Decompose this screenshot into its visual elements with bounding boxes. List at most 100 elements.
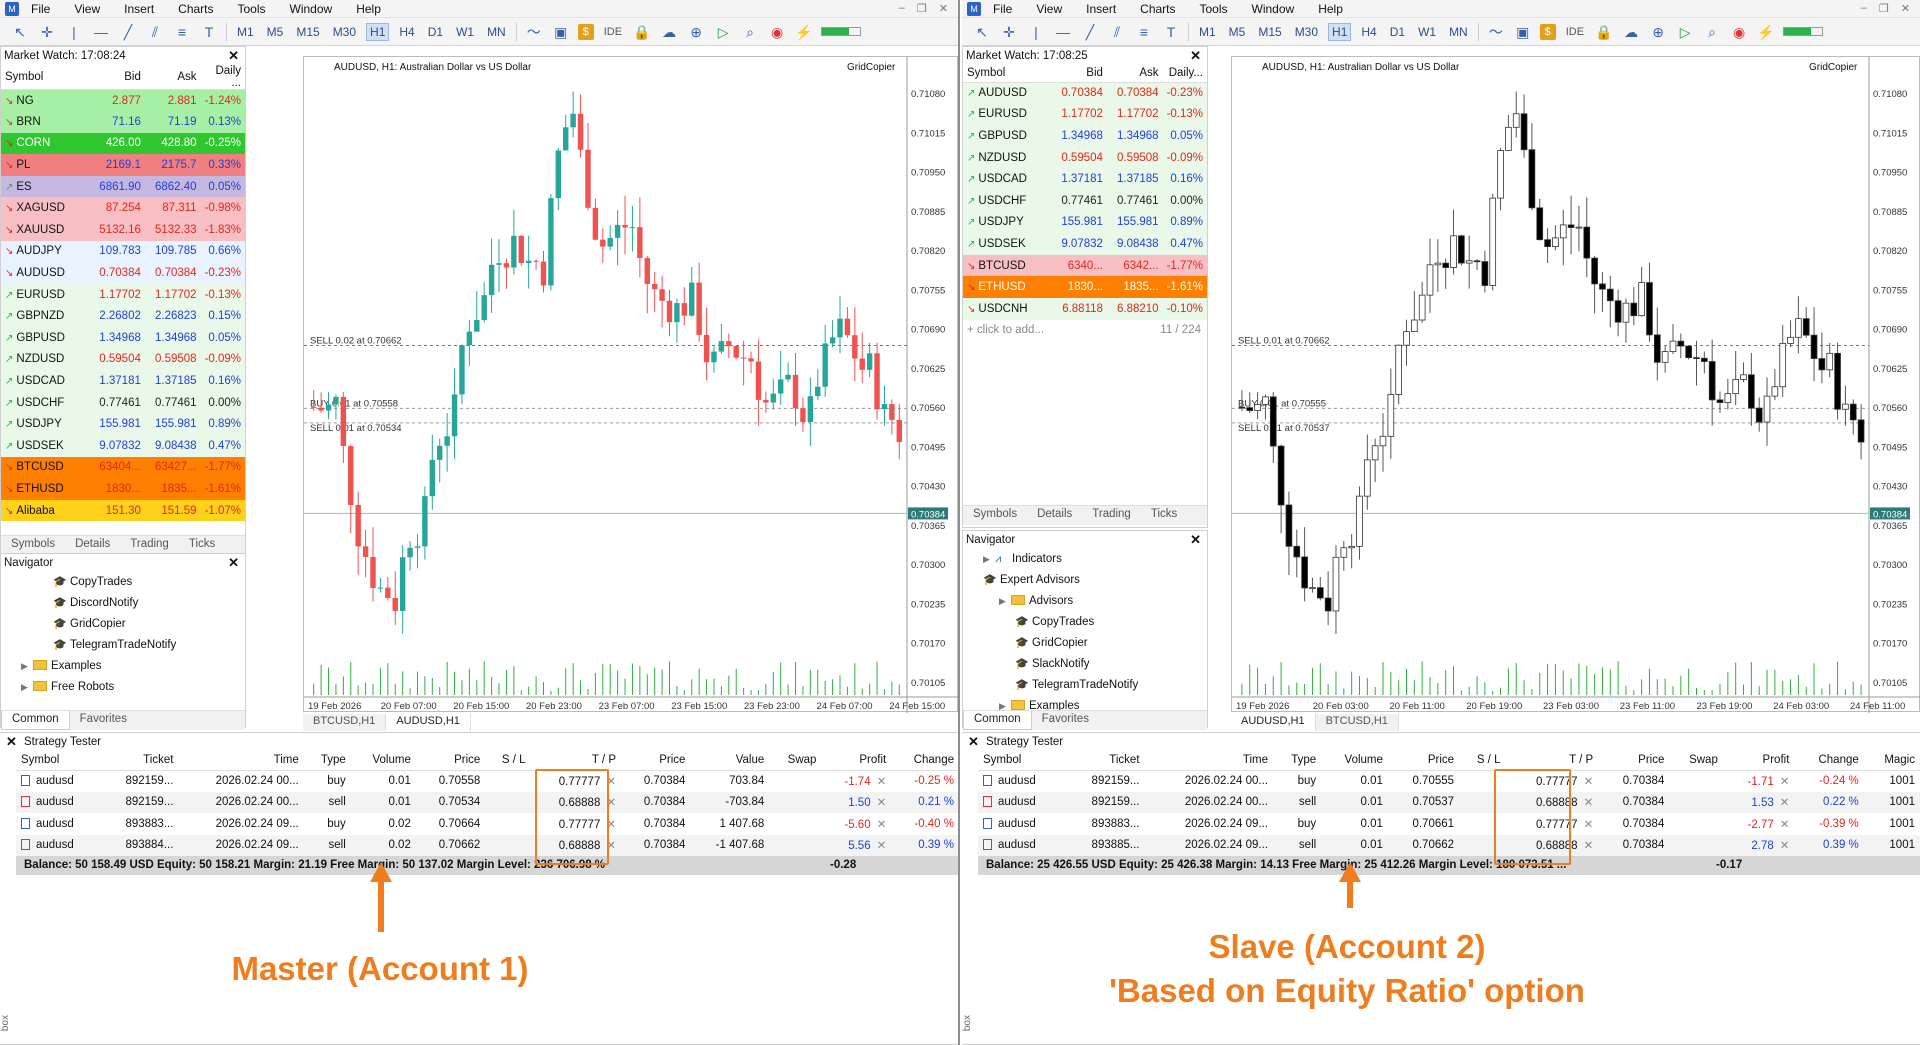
remove-x-icon[interactable]: ✕ [1584,840,1594,852]
tab-details[interactable]: Details [1027,506,1082,525]
col-header[interactable]: Price [621,751,691,771]
tf-m1[interactable]: M1 [1196,24,1219,40]
col-header[interactable]: S / L [485,751,531,771]
close-icon[interactable]: ✕ [228,47,239,65]
vps-icon[interactable]: ⊕ [1648,22,1668,42]
close-icon[interactable]: ✕ [1190,47,1201,65]
chart-tab-audusd[interactable]: AUDUSD,H1 [1231,714,1316,731]
tab-trading[interactable]: Trading [1082,506,1141,525]
menu-insert[interactable]: Insert [112,2,166,16]
remove-x-icon[interactable]: ✕ [877,797,887,809]
expand-caret-icon[interactable]: ▶ [983,549,995,570]
indicators-icon[interactable]: ▣ [1513,22,1533,42]
menu-charts[interactable]: Charts [1128,2,1187,16]
algo-trading-icon[interactable]: ▷ [713,22,733,42]
col-header[interactable]: Ticket [100,751,179,771]
restore-icon[interactable]: ❐ [917,2,927,15]
crosshair-icon[interactable]: ✛ [37,22,57,42]
market-watch-row[interactable]: ↗ USDJPY 155.981 155.981 0.89% [963,211,1207,234]
market-watch-row[interactable]: ↗ USDCHF 0.77461 0.77461 0.00% [1,391,245,414]
lock-icon[interactable]: 🔒 [632,22,652,42]
table-row[interactable]: audusd 892159... 2026.02.24 00... buy 0.01 0.… [16,770,958,792]
channel-icon[interactable]: ⫽ [1107,22,1127,42]
market-watch-row[interactable]: ↗ AUDUSD 0.70384 0.70384 -0.23% [963,82,1207,104]
col-ask[interactable]: Ask [1106,65,1163,83]
menu-tools[interactable]: Tools [1188,2,1240,16]
col-symbol[interactable]: Symbol [963,65,1052,83]
expand-caret-icon[interactable]: ▶ [21,677,33,698]
minimize-icon[interactable]: – [1861,2,1867,15]
tf-h4[interactable]: H4 [396,24,417,40]
cursor-icon[interactable]: ↖ [972,22,992,42]
close-icon[interactable]: ✕ [939,2,948,15]
market-watch-row[interactable]: ↘ USDCNH 6.88118 6.88210 -0.10% [963,297,1207,320]
indicators-icon[interactable]: ▣ [551,22,571,42]
col-ask[interactable]: Ask [144,65,201,90]
market-watch-row[interactable]: ↗ ES 6861.90 6862.40 0.05% [1,175,245,198]
table-row[interactable]: audusd 893885... 2026.02.24 09... sell 0.01 0… [978,834,1920,856]
remove-x-icon[interactable]: ✕ [877,776,887,788]
tf-w1[interactable]: W1 [1415,24,1439,40]
market-watch-row[interactable]: ↗ EURUSD 1.17702 1.17702 -0.13% [1,283,245,306]
navigator-item[interactable]: 🎓 CopyTrades [963,612,1207,633]
market-watch-row[interactable]: ↗ USDCAD 1.37181 1.37185 0.16% [963,168,1207,190]
navigator-item[interactable]: ▶ Advisors [963,591,1207,612]
price-chart[interactable]: 0.71080 0.71015 0.70950 0.70885 0.70820 0.707… [304,57,959,713]
chart-tab-btcusd[interactable]: BTCUSD,H1 [1316,714,1399,731]
col-header[interactable]: Volume [1321,751,1388,771]
close-icon[interactable]: ✕ [968,733,979,751]
tf-d1[interactable]: D1 [425,24,446,40]
remove-x-icon[interactable]: ✕ [1780,840,1790,852]
tf-mn[interactable]: MN [484,24,509,40]
market-watch-row[interactable]: ↗ USDSEK 9.07832 9.08438 0.47% [963,233,1207,255]
market-watch-row[interactable]: ↘ XAUUSD 5132.16 5132.33 -1.83% [1,219,245,241]
menu-file[interactable]: File [19,2,62,16]
close-icon[interactable]: ✕ [6,733,17,751]
navigator-item[interactable]: ▶ Free Robots [1,677,245,698]
vertical-line-icon[interactable]: | [64,22,84,42]
remove-x-icon[interactable]: ✕ [1780,797,1790,809]
menu-window[interactable]: Window [278,2,345,16]
remove-x-icon[interactable]: ✕ [877,840,887,852]
tab-symbols[interactable]: Symbols [963,506,1027,525]
notifications-icon[interactable]: ◉ [1729,22,1749,42]
algo-trading-icon[interactable]: ▷ [1675,22,1695,42]
market-watch-row[interactable]: ↘ NG 2.877 2.881 -1.24% [1,89,245,112]
table-row[interactable]: audusd 893884... 2026.02.24 09... sell 0.02 0… [16,834,958,856]
tab-common[interactable]: Common [963,711,1032,730]
price-chart[interactable]: 0.71080 0.71015 0.70950 0.70885 0.70820 0.707… [1232,57,1920,713]
menu-insert[interactable]: Insert [1074,2,1128,16]
restore-icon[interactable]: ❐ [1879,2,1889,15]
text-tool-icon[interactable]: T [199,22,219,42]
market-watch-row[interactable]: ↘ Alibaba 151.30 151.59 -1.07% [1,499,245,522]
col-header[interactable]: Symbol [16,751,101,771]
tf-m1[interactable]: M1 [234,24,257,40]
menu-file[interactable]: File [981,2,1024,16]
ide-button[interactable]: IDE [601,22,625,42]
col-header[interactable]: Type [303,751,351,771]
close-icon[interactable]: ✕ [1901,2,1910,15]
menu-window[interactable]: Window [1240,2,1307,16]
col-header[interactable]: S / L [1459,751,1506,771]
vertical-line-icon[interactable]: | [1026,22,1046,42]
col-bid[interactable]: Bid [1051,65,1107,83]
table-row[interactable]: audusd 892159... 2026.02.24 00... sell 0.01 0… [16,791,958,813]
remove-x-icon[interactable]: ✕ [1584,797,1594,809]
navigator-item[interactable]: 🎓 DiscordNotify [1,593,245,614]
col-header[interactable]: Price [415,751,486,771]
ide-button[interactable]: IDE [1563,22,1587,42]
tf-d1[interactable]: D1 [1387,24,1408,40]
market-watch-row[interactable]: ↘ BTCUSD 63404... 63427... -1.77% [1,456,245,479]
menu-tools[interactable]: Tools [226,2,278,16]
market-watch-row[interactable]: ↗ EURUSD 1.17702 1.17702 -0.13% [963,103,1207,126]
col-daily[interactable]: Daily... [1162,65,1207,83]
chart-type-icon[interactable]: 〜 [524,22,544,42]
menu-help[interactable]: Help [1306,2,1355,16]
remove-x-icon[interactable]: ✕ [1780,819,1790,831]
tab-favorites[interactable]: Favorites [70,711,137,730]
col-header[interactable]: Value [690,751,770,771]
lock-icon[interactable]: 🔒 [1594,22,1614,42]
market-watch-row[interactable]: ↗ NZDUSD 0.59504 0.59508 -0.09% [963,146,1207,169]
col-daily[interactable]: Daily ... [200,65,245,90]
tf-h1[interactable]: H1 [366,22,390,41]
